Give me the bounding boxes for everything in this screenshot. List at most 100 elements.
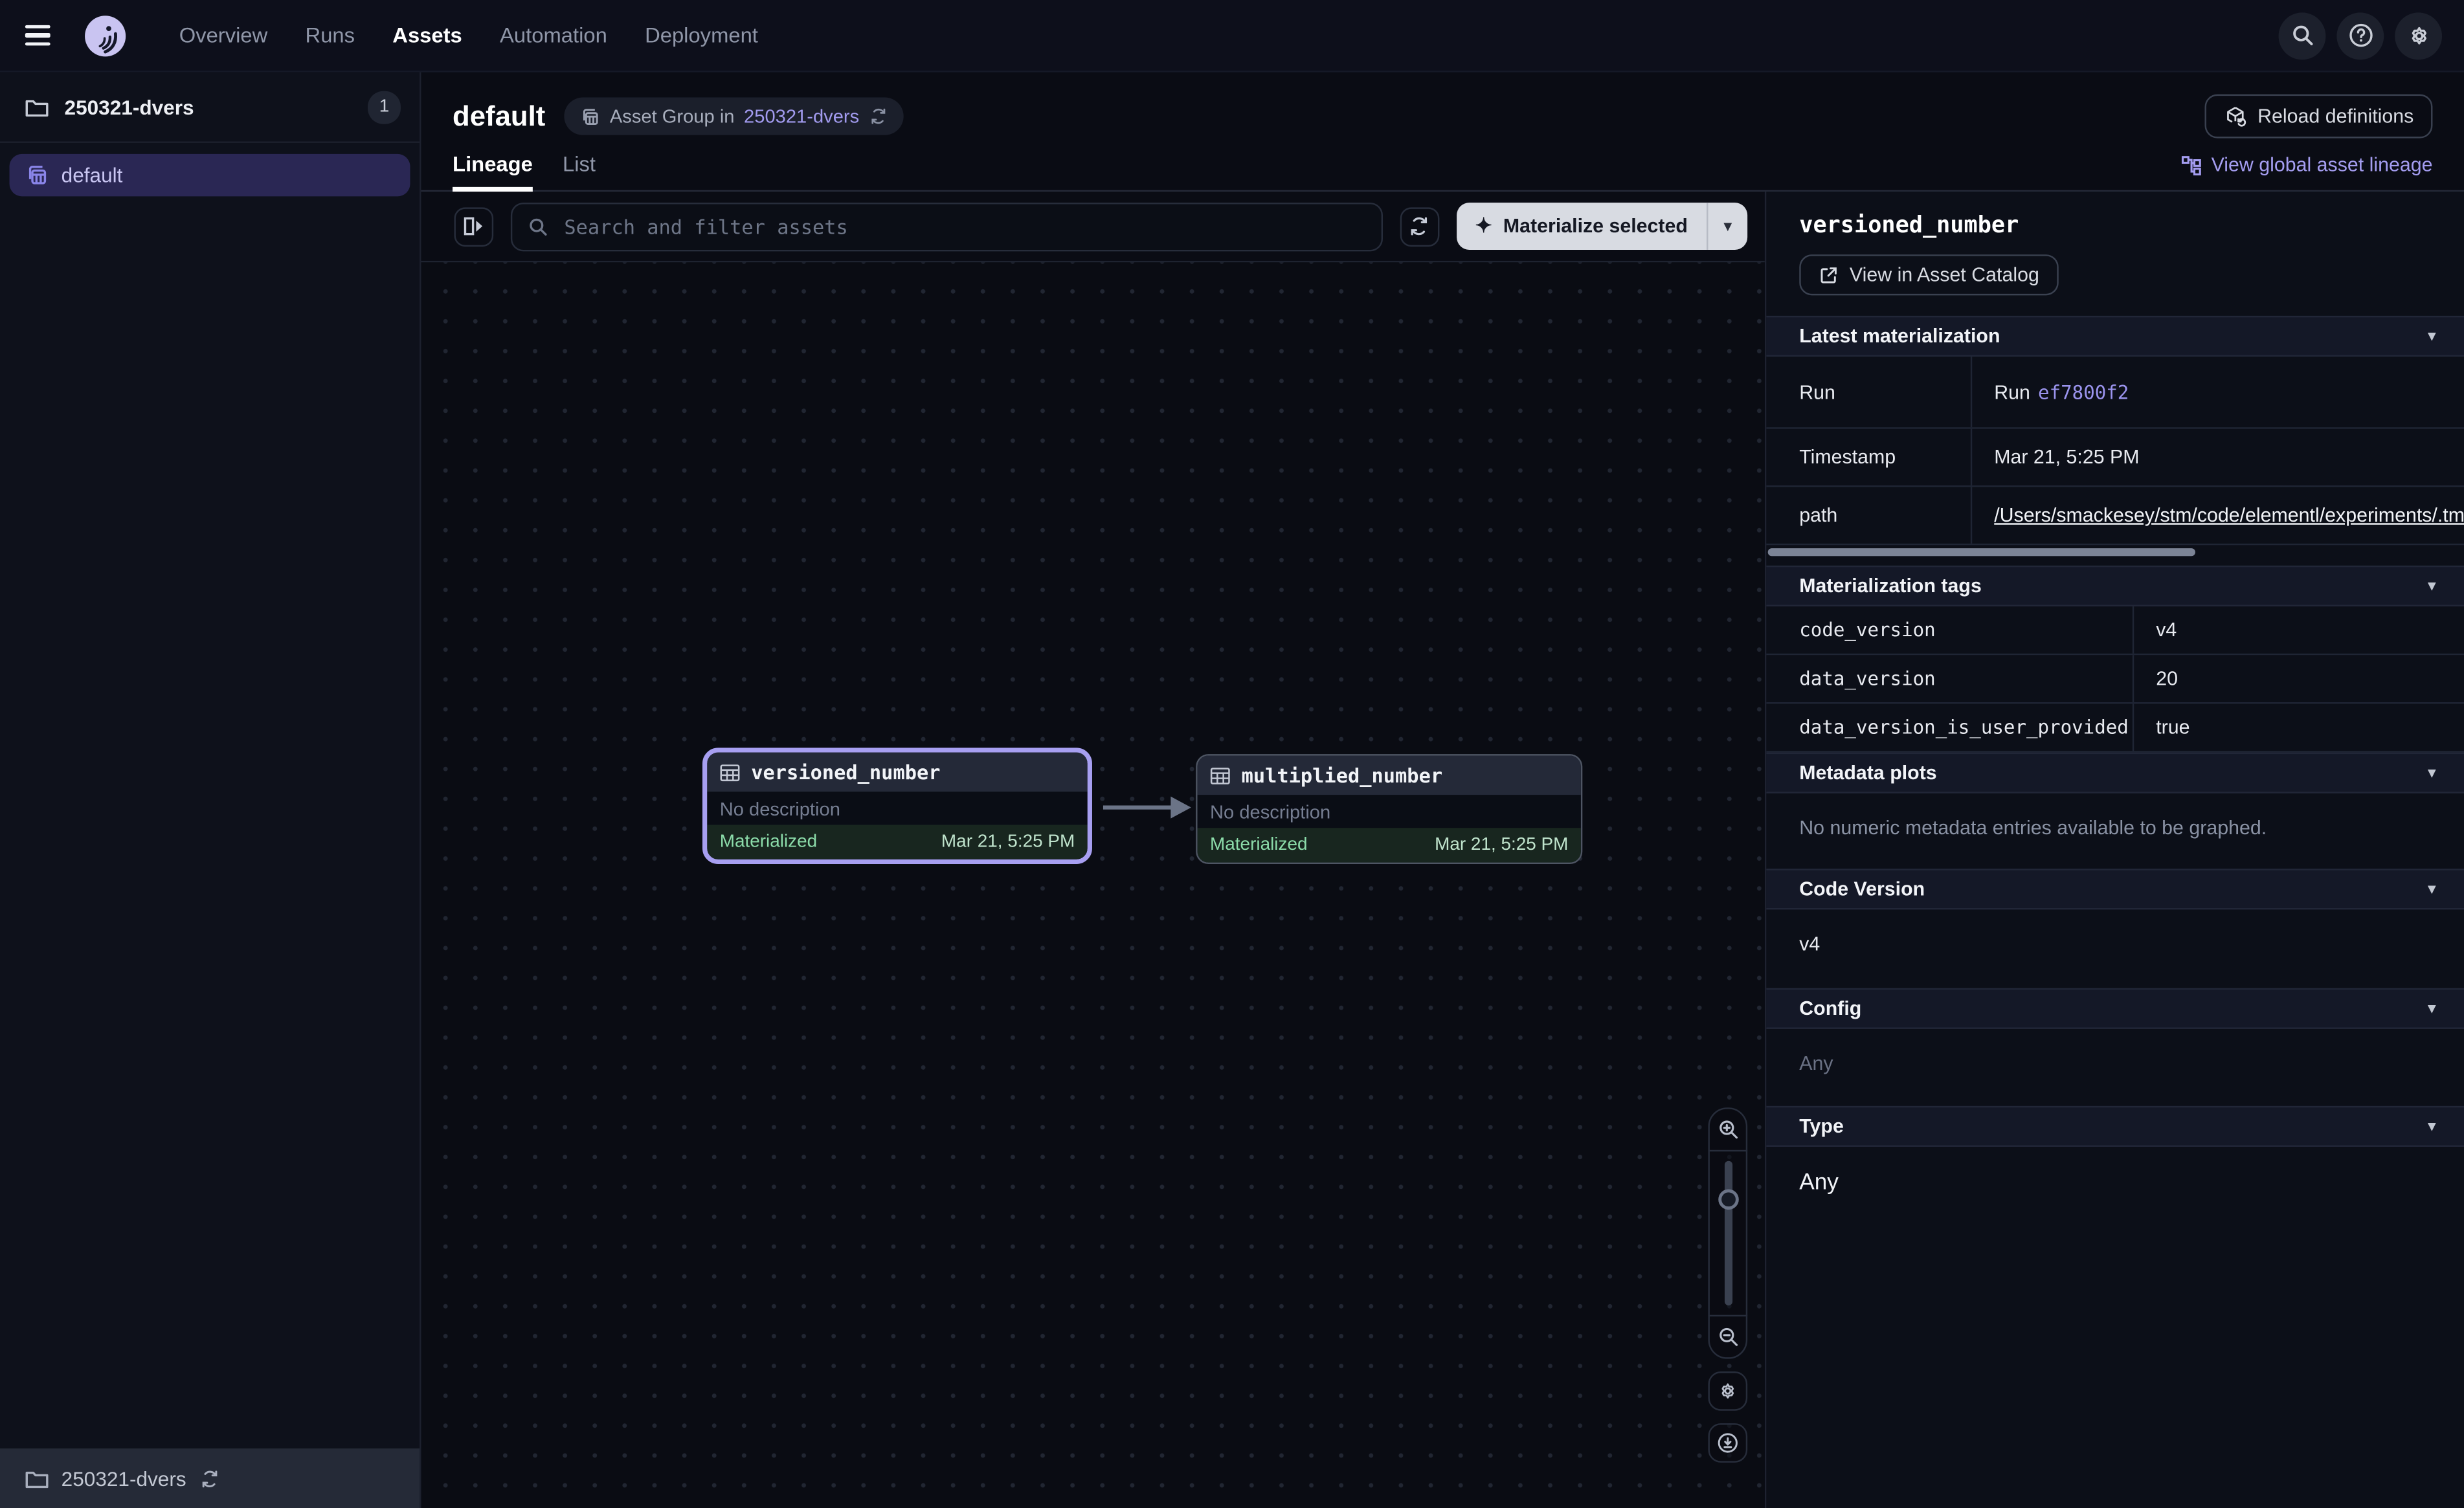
tab-list[interactable]: List [563, 152, 596, 190]
latest-materialization-table: Run Run ef7800f2 Timestamp Mar 21, 5:25 … [1766, 357, 2464, 545]
search-input[interactable] [561, 213, 1365, 239]
top-nav: Overview Runs Assets Automation Deployme… [0, 0, 2464, 72]
sparkle-icon: ✦ [1475, 214, 1492, 239]
zoom-slider-thumb[interactable] [1718, 1189, 1738, 1210]
materialize-dropdown-caret[interactable]: ▼ [1707, 203, 1747, 250]
materialization-tags-table: code_version v4 data_version 20 data_ver… [1766, 606, 2464, 753]
section-config[interactable]: Config ▼ [1766, 988, 2464, 1029]
materialized-time: Mar 21, 5:25 PM [941, 832, 1075, 851]
chevron-down-icon: ▼ [2425, 578, 2439, 593]
run-id-link[interactable]: ef7800f2 [2038, 381, 2129, 403]
asset-groups-sidebar: 250321-dvers 1 default 250321-dvers [0, 72, 421, 1508]
reload-icon[interactable] [199, 1468, 219, 1489]
lineage-graph-canvas[interactable]: versioned_number No description Material… [421, 262, 1765, 1508]
section-type[interactable]: Type ▼ [1766, 1106, 2464, 1147]
asset-node-header: versioned_number [707, 753, 1087, 792]
asset-search-box [511, 202, 1382, 250]
table-row: Run Run ef7800f2 [1766, 357, 2464, 429]
primary-nav: Overview Runs Assets Automation Deployme… [179, 23, 758, 47]
asset-detail-panel: versioned_number View in Asset Catalog L… [1765, 192, 2464, 1508]
reload-icon[interactable] [869, 107, 888, 126]
refresh-graph-button[interactable] [1400, 206, 1439, 246]
table-row: data_version 20 [1766, 655, 2464, 704]
asset-node-multiplied-number[interactable]: multiplied_number No description Materia… [1196, 754, 1582, 864]
lineage-graph-icon [2181, 155, 2202, 175]
search-button[interactable] [2279, 12, 2326, 59]
sidebar-item-label: default [62, 163, 123, 186]
type-value: Any [1766, 1147, 2464, 1219]
help-button[interactable] [2336, 12, 2384, 59]
search-icon [2290, 23, 2314, 47]
section-materialization-tags[interactable]: Materialization tags ▼ [1766, 566, 2464, 606]
view-in-asset-catalog-button[interactable]: View in Asset Catalog [1799, 254, 2058, 295]
section-metadata-plots[interactable]: Metadata plots ▼ [1766, 753, 2464, 793]
zoom-slider[interactable] [1708, 1161, 1747, 1305]
view-global-asset-lineage-link[interactable]: View global asset lineage [2181, 154, 2432, 190]
search-icon [528, 216, 549, 237]
asset-node-description: No description [1198, 795, 1581, 828]
chevron-down-icon: ▼ [2425, 328, 2439, 344]
section-code-version[interactable]: Code Version ▼ [1766, 869, 2464, 909]
metadata-plots-empty-message: No numeric metadata entries available to… [1766, 793, 2464, 863]
materialized-status: Materialized [720, 832, 941, 851]
nav-runs[interactable]: Runs [306, 23, 355, 47]
table-icon [1210, 766, 1231, 784]
materialize-label: Materialize selected [1503, 216, 1688, 238]
settings-button[interactable] [2395, 12, 2442, 59]
zoom-in-button[interactable] [1708, 1109, 1747, 1150]
chevron-down-icon: ▼ [2425, 1001, 2439, 1016]
nav-assets[interactable]: Assets [392, 23, 462, 47]
graph-settings-button[interactable] [1708, 1371, 1747, 1411]
table-row: path /Users/smackesey/stm/code/elementl/… [1766, 487, 2464, 545]
table-icon [720, 762, 741, 781]
collapse-sidebar-button[interactable] [454, 206, 493, 246]
asset-node-status-row: Materialized Mar 21, 5:25 PM [1198, 828, 1581, 862]
main-content: default Asset Group in 250321-dvers Relo… [421, 72, 2464, 1508]
edge-arrow [1097, 790, 1197, 825]
nav-automation[interactable]: Automation [500, 23, 607, 47]
sidebar-group-label: 250321-dvers [65, 95, 368, 118]
section-latest-materialization[interactable]: Latest materialization ▼ [1766, 316, 2464, 357]
table-row: Timestamp Mar 21, 5:25 PM [1766, 429, 2464, 487]
asset-name-title: versioned_number [1766, 192, 2464, 239]
asset-group-badge: Asset Group in 250321-dvers [564, 97, 903, 135]
code-location-footer: 250321-dvers [0, 1448, 420, 1508]
table-row: data_version_is_user_provided true [1766, 704, 2464, 752]
table-row: code_version v4 [1766, 606, 2464, 655]
code-version-value: v4 [1766, 909, 2464, 988]
download-icon [1716, 1431, 1740, 1454]
tab-lineage[interactable]: Lineage [453, 152, 533, 190]
zoom-out-icon [1717, 1326, 1739, 1348]
folder-icon [25, 1468, 49, 1489]
nav-deployment[interactable]: Deployment [645, 23, 758, 47]
horizontal-scrollbar[interactable] [1768, 548, 2195, 556]
zoom-out-button[interactable] [1708, 1316, 1747, 1357]
chevron-down-icon: ▼ [2425, 1118, 2439, 1134]
asset-node-header: multiplied_number [1198, 756, 1581, 795]
sidebar-group-row[interactable]: 250321-dvers 1 [0, 72, 420, 143]
reload-definitions-label: Reload definitions [2257, 105, 2414, 128]
refresh-icon [1408, 216, 1430, 238]
lineage-toolbar: ✦ Materialize selected ▼ [421, 192, 1765, 262]
materialize-selected-button[interactable]: ✦ Materialize selected ▼ [1456, 203, 1747, 250]
hamburger-menu-icon[interactable] [25, 16, 63, 54]
dagster-logo[interactable] [84, 14, 128, 58]
asset-node-versioned-number[interactable]: versioned_number No description Material… [702, 748, 1092, 864]
config-value: Any [1766, 1029, 2464, 1106]
gear-icon [2405, 22, 2432, 49]
path-link[interactable]: /Users/smackesey/stm/code/elementl/exper… [1994, 504, 2464, 526]
folder-icon [25, 96, 49, 117]
external-link-icon [1818, 265, 1839, 285]
download-image-button[interactable] [1708, 1423, 1747, 1463]
page-header: default Asset Group in 250321-dvers Relo… [421, 72, 2464, 139]
nav-overview[interactable]: Overview [179, 23, 268, 47]
gear-icon [1716, 1379, 1740, 1403]
view-tabs: Lineage List View global asset lineage [421, 139, 2464, 192]
help-icon [2347, 22, 2373, 49]
sidebar-item-default[interactable]: default [10, 154, 410, 197]
badge-group-link[interactable]: 250321-dvers [744, 105, 859, 128]
lineage-pane: ✦ Materialize selected ▼ [421, 192, 1765, 1508]
chevron-down-icon: ▼ [2425, 882, 2439, 897]
graph-zoom-controls [1708, 1107, 1747, 1463]
reload-definitions-button[interactable]: Reload definitions [2204, 94, 2433, 139]
